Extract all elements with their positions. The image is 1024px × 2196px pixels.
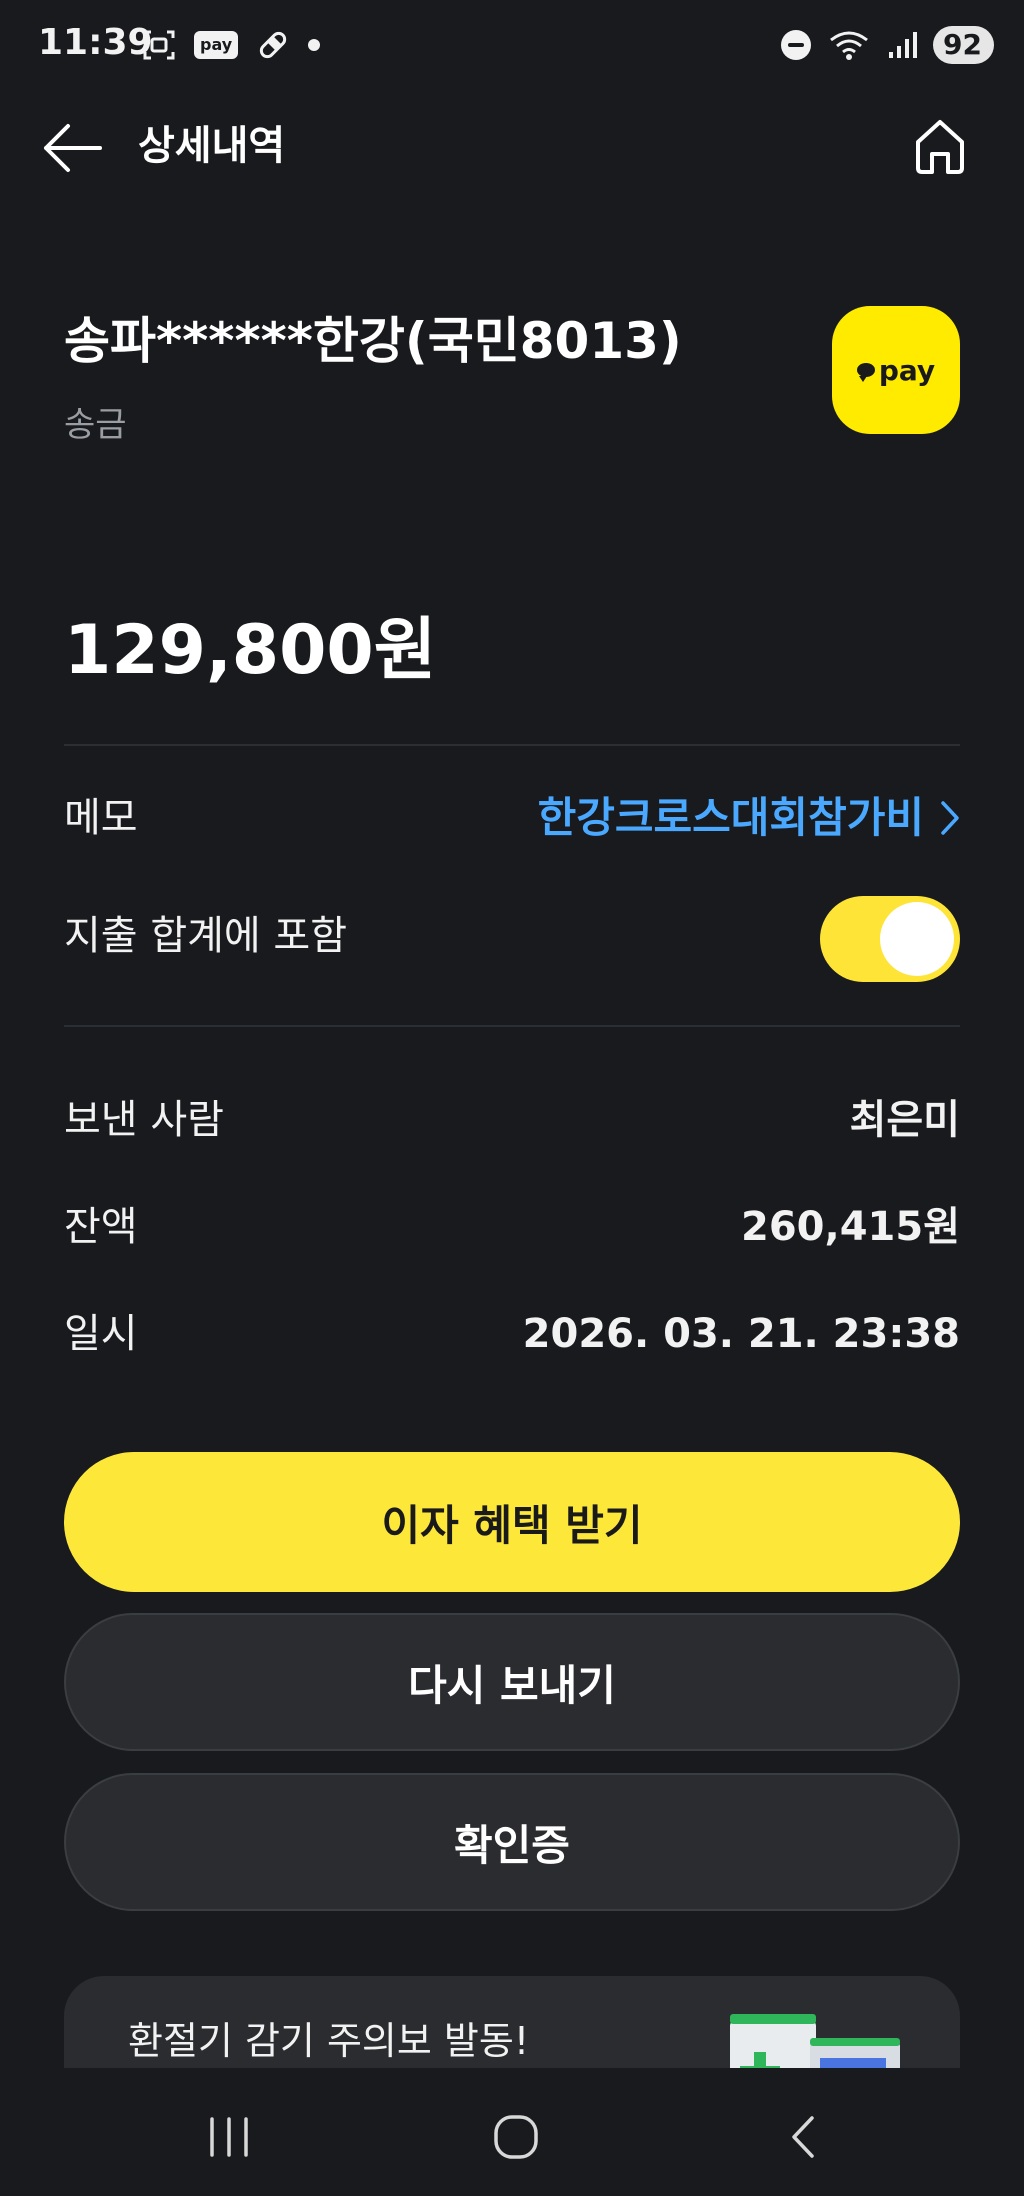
memo-label: 메모 xyxy=(64,795,138,841)
pay-notification-icon: pay xyxy=(194,31,239,59)
transaction-amount: 129,800원 xyxy=(64,611,437,690)
status-time: 11:39 xyxy=(38,22,153,63)
datetime-value: 2026. 03. 21. 23:38 xyxy=(522,1311,960,1357)
recent-apps-icon xyxy=(210,2117,248,2157)
page-title: 상세내역 xyxy=(138,123,286,169)
more-notifications-dot xyxy=(308,39,321,51)
kakaopay-logo: pay xyxy=(832,306,960,434)
transaction-type: 송금 xyxy=(64,405,127,445)
toggle-knob xyxy=(880,902,954,976)
pill-icon xyxy=(260,31,287,59)
balance-value: 260,415원 xyxy=(741,1204,960,1250)
arrow-left-icon xyxy=(44,124,102,172)
recipient-name: 송파******한강(국민8013) xyxy=(64,312,682,370)
chevron-left-icon xyxy=(792,2116,814,2158)
divider xyxy=(64,744,960,746)
datetime-label: 일시 xyxy=(64,1311,138,1357)
get-interest-benefit-button[interactable]: 이자 혜택 받기 xyxy=(64,1452,960,1592)
logo-text: pay xyxy=(878,353,936,387)
back-nav-button[interactable] xyxy=(758,2102,848,2172)
status-notification-icons: pay xyxy=(142,22,321,68)
signal-icon xyxy=(889,32,918,58)
battery-indicator: 92 xyxy=(933,26,994,64)
include-expense-toggle[interactable] xyxy=(820,896,960,982)
memo-value: 한강크로스대회참가비 xyxy=(537,793,924,842)
chevron-right-icon xyxy=(941,801,959,835)
memo-link[interactable]: 한강크로스대회참가비 xyxy=(538,790,960,846)
resend-button[interactable]: 다시 보내기 xyxy=(64,1613,960,1751)
sender-value: 최은미 xyxy=(849,1097,960,1143)
divider xyxy=(64,1025,960,1027)
back-button[interactable] xyxy=(40,118,110,178)
wifi-icon xyxy=(830,31,868,60)
home-icon xyxy=(916,120,964,174)
balance-label: 잔액 xyxy=(64,1204,138,1250)
sender-label: 보낸 사람 xyxy=(64,1097,224,1143)
banner-text: 환절기 감기 주의보 발동! xyxy=(128,2019,530,2063)
home-button[interactable] xyxy=(908,114,972,178)
certificate-button[interactable]: 확인증 xyxy=(64,1773,960,1911)
home-circle-icon xyxy=(494,2115,538,2159)
include-expense-label: 지출 합계에 포함 xyxy=(64,913,348,959)
home-nav-button[interactable] xyxy=(471,2102,561,2172)
recent-apps-button[interactable] xyxy=(184,2102,274,2172)
do-not-disturb-icon xyxy=(781,30,812,60)
screenshot-icon xyxy=(143,30,175,60)
status-system-icons: 92 xyxy=(781,22,994,68)
speech-bubble-icon xyxy=(856,363,875,382)
system-navigation-bar xyxy=(0,2068,1024,2196)
